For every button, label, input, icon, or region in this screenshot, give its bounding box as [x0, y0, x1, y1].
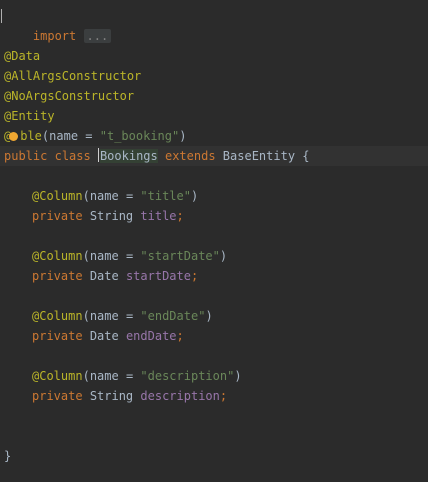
field-name[interactable]: title: [140, 209, 176, 223]
column-annotation: @Column: [32, 249, 83, 263]
code-line-column-annotation[interactable]: @Column(name = "startDate"): [0, 246, 428, 266]
base-class-name[interactable]: BaseEntity: [223, 149, 295, 163]
code-line-blank[interactable]: [0, 346, 428, 366]
code-line-blank[interactable]: [0, 26, 428, 46]
public-keyword: public: [4, 149, 48, 163]
entity-annotation: @Entity: [4, 109, 55, 123]
code-line-blank[interactable]: [0, 286, 428, 306]
code-line-noargs-annotation[interactable]: @NoArgsConstructor: [0, 86, 428, 106]
open-brace: {: [302, 149, 310, 163]
data-annotation: @Data: [4, 49, 41, 63]
field-type: String: [89, 209, 134, 223]
column-annotation: @Column: [32, 369, 83, 383]
table-equals: =: [78, 129, 100, 143]
fold-marker[interactable]: [1, 9, 2, 23]
code-editor[interactable]: import ... @Data @AllArgsConstructor @No…: [0, 6, 428, 466]
field-modifier: private: [32, 209, 83, 223]
close-brace: }: [4, 449, 12, 463]
column-param-name: name: [89, 249, 119, 263]
field-modifier: private: [32, 269, 83, 283]
field-type: Date: [89, 329, 119, 343]
column-annotation: @Column: [32, 309, 83, 323]
field-name[interactable]: endDate: [126, 329, 177, 343]
field-type: String: [89, 389, 134, 403]
column-value: "title": [140, 189, 191, 203]
column-value: "startDate": [140, 249, 220, 263]
code-line-field-declaration[interactable]: private String title;: [0, 206, 428, 226]
noargs-annotation: @NoArgsConstructor: [4, 89, 135, 103]
code-line-field-declaration[interactable]: private Date startDate;: [0, 266, 428, 286]
code-line-column-annotation[interactable]: @Column(name = "title"): [0, 186, 428, 206]
column-param-name: name: [89, 189, 119, 203]
field-modifier: private: [32, 389, 83, 403]
code-line-blank[interactable]: [0, 166, 428, 186]
code-line-blank[interactable]: [0, 226, 428, 246]
code-line-entity-annotation[interactable]: @Entity: [0, 106, 428, 126]
column-value: "description": [140, 369, 235, 383]
code-line-blank[interactable]: [0, 426, 428, 446]
code-line-blank[interactable]: [0, 406, 428, 426]
code-line-column-annotation[interactable]: @Column(name = "endDate"): [0, 306, 428, 326]
column-annotation: @Column: [32, 189, 83, 203]
code-line-table-annotation[interactable]: @ ble(name = "t_booking"): [0, 126, 428, 146]
allargs-annotation: @AllArgsConstructor: [4, 69, 142, 83]
extends-keyword: extends: [164, 149, 216, 163]
table-close-paren: ): [179, 129, 187, 143]
code-line-field-declaration[interactable]: private String description;: [0, 386, 428, 406]
column-value: "endDate": [140, 309, 206, 323]
code-line-class-declaration[interactable]: public class Bookings extends BaseEntity…: [0, 146, 428, 166]
field-name[interactable]: description: [140, 389, 219, 403]
code-line-column-annotation[interactable]: @Column(name = "description"): [0, 366, 428, 386]
code-line-allargs-annotation[interactable]: @AllArgsConstructor: [0, 66, 428, 86]
column-param-name: name: [89, 369, 119, 383]
code-line-import[interactable]: import ...: [0, 6, 428, 43]
table-param-name: name: [49, 129, 79, 143]
code-line-field-declaration[interactable]: private Date endDate;: [0, 326, 428, 346]
column-param-name: name: [89, 309, 119, 323]
class-keyword: class: [54, 149, 91, 163]
table-value: "t_booking": [99, 129, 180, 143]
code-line-data-annotation[interactable]: @Data: [0, 46, 428, 66]
field-name[interactable]: startDate: [126, 269, 191, 283]
field-type: Date: [89, 269, 119, 283]
text-caret: [97, 148, 99, 162]
field-modifier: private: [32, 329, 83, 343]
code-line-close-brace[interactable]: }: [0, 446, 428, 466]
class-name[interactable]: Bookings: [99, 149, 158, 163]
